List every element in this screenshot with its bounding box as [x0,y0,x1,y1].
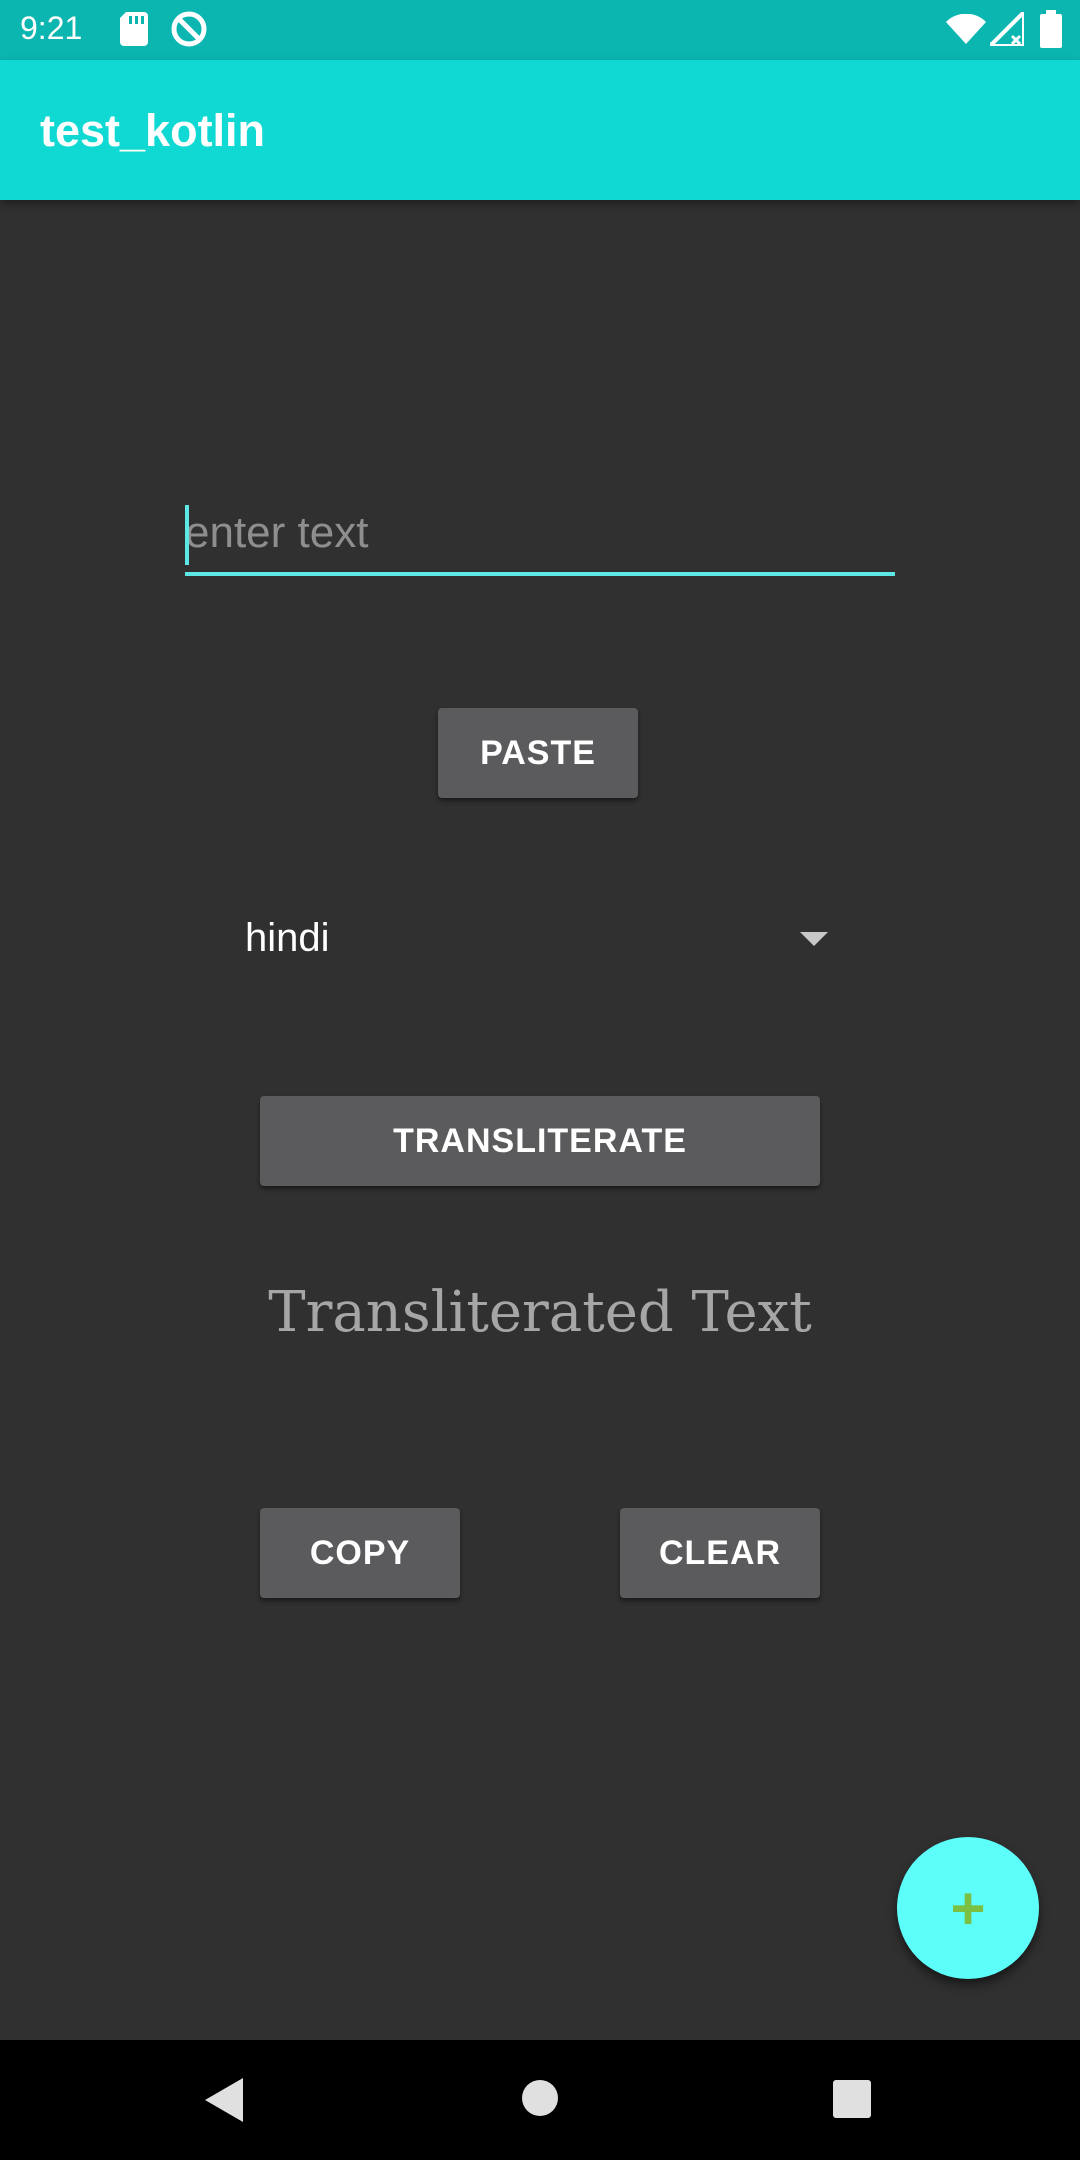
spinner-selected-value: hindi [245,916,330,960]
home-icon[interactable] [522,2080,558,2116]
status-time: 9:21 [20,10,83,46]
clear-button[interactable]: CLEAR [620,1508,820,1598]
fab-add-button[interactable]: + [897,1837,1039,1979]
paste-button[interactable]: PASTE [438,708,638,798]
back-icon[interactable] [205,2078,243,2122]
text-cursor [185,505,189,565]
app-bar: test_kotlin [0,60,1080,200]
sd-card-icon [120,12,148,51]
transliterated-text: Transliterated Text [268,1280,812,1345]
dropdown-arrow-icon [800,932,828,946]
app-title: test_kotlin [40,105,266,156]
copy-button[interactable]: COPY [260,1508,460,1598]
text-input[interactable] [185,500,895,576]
battery-icon [1040,10,1062,53]
wifi-icon [946,13,986,49]
sync-icon [170,10,208,53]
transliterate-button[interactable]: TRANSLITERATE [260,1096,820,1186]
plus-icon: + [950,1874,986,1942]
recents-icon[interactable] [833,2080,871,2118]
language-spinner[interactable]: hindi [245,900,835,980]
status-bar: 9:21 [0,0,1080,60]
navigation-bar [0,2040,1080,2160]
signal-icon [985,7,1026,51]
